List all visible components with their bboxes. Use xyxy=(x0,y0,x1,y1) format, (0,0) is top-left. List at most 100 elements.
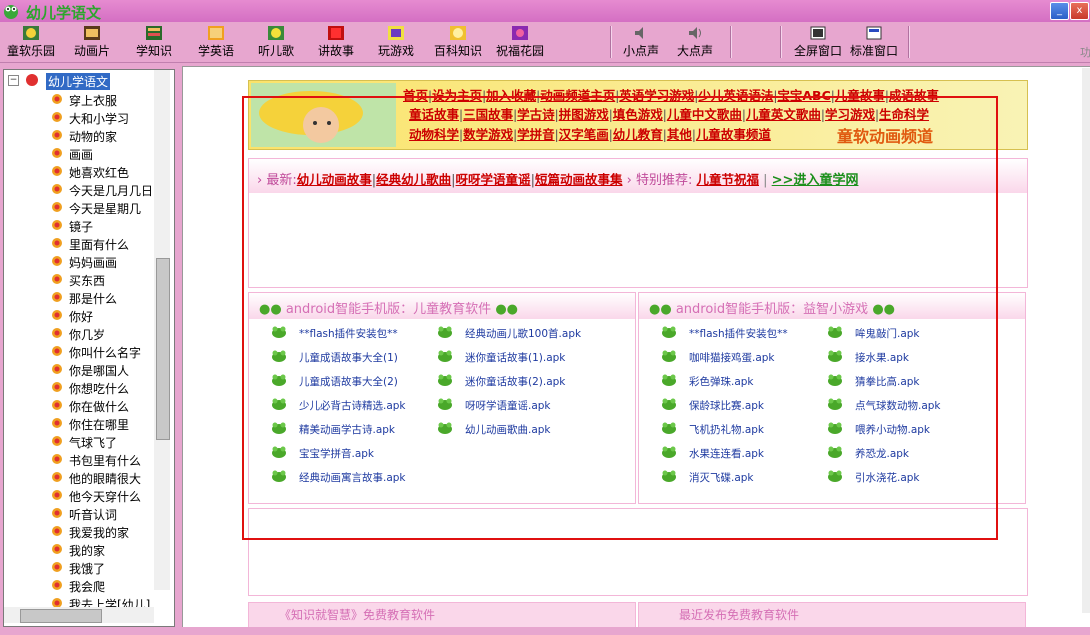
collapse-icon[interactable]: − xyxy=(8,75,19,86)
tree-item-label: 我的家 xyxy=(69,544,106,558)
toolbar-label: 玩游戏 xyxy=(377,44,414,58)
toolbar-button-english[interactable]: 学英语 xyxy=(192,24,240,60)
tree-item-label: 我饿了 xyxy=(69,562,106,576)
close-button[interactable]: x xyxy=(1070,2,1089,20)
apple-icon xyxy=(26,74,38,86)
tree-item-label: 里面有什么 xyxy=(69,238,130,252)
toolbar-button-kids-park[interactable]: 童软乐园 xyxy=(0,24,62,60)
tree-item-label: 你叫什么名字 xyxy=(69,346,142,360)
tree-item-label: 我会爬 xyxy=(69,580,106,594)
lesson-icon xyxy=(51,344,63,358)
close-icon: x xyxy=(1076,5,1083,16)
toolbar-label: 大点声 xyxy=(676,44,713,58)
toolbar-button-volume-down[interactable]: 小点声 xyxy=(618,24,664,60)
lesson-icon xyxy=(51,560,63,574)
tree-root-label: 幼儿学语文 xyxy=(46,73,111,90)
minimize-icon: _ xyxy=(1057,5,1062,16)
toolbar-label: 讲故事 xyxy=(317,44,354,58)
minimize-button[interactable]: _ xyxy=(1050,2,1069,20)
tree-item-label: 那是什么 xyxy=(69,292,118,306)
tree-item-label: 今天是几月几日 xyxy=(69,184,154,198)
lesson-icon xyxy=(51,362,63,376)
lesson-icon xyxy=(51,92,63,106)
lesson-icon xyxy=(51,488,63,502)
lesson-icon xyxy=(51,578,63,592)
tree-item-label: 他的眼睛很大 xyxy=(69,472,142,486)
toolbar: 童软乐园 动画片 学知识 学英语 听儿歌 讲故事 玩游戏 百科知识 祝福花园 小… xyxy=(0,22,1090,63)
tree-item-label: 你住在哪里 xyxy=(69,418,130,432)
toolbar-button-encyclopedia[interactable]: 百科知识 xyxy=(430,24,486,60)
face-icon xyxy=(450,26,466,40)
toolbar-label: 学知识 xyxy=(135,44,172,58)
lesson-icon xyxy=(51,308,63,322)
toolbar-button-volume-up[interactable]: 大点声 xyxy=(672,24,718,60)
story-icon xyxy=(328,26,344,40)
toolbar-button-standard-window[interactable]: 标准窗口 xyxy=(846,24,902,60)
fullscreen-icon xyxy=(810,26,826,40)
tree-item-label: 你是哪国人 xyxy=(69,364,130,378)
lesson-icon xyxy=(51,470,63,484)
pencil-icon xyxy=(388,26,404,40)
lesson-icon xyxy=(51,128,63,142)
lesson-icon xyxy=(51,272,63,286)
lesson-icon xyxy=(51,326,63,340)
lesson-icon xyxy=(51,182,63,196)
window-icon xyxy=(866,26,882,40)
smiley-icon xyxy=(23,26,39,40)
app-icon xyxy=(2,2,20,20)
lesson-icon xyxy=(51,200,63,214)
window-title: 幼儿学语文 xyxy=(26,4,102,22)
scroll-thumb[interactable] xyxy=(20,609,102,623)
tree-item-label: 动物的家 xyxy=(69,130,118,144)
toolbar-label: 听儿歌 xyxy=(257,44,294,58)
toolbar-label: 动画片 xyxy=(73,44,110,58)
lesson-icon xyxy=(51,398,63,412)
title-bar: 幼儿学语文 _ x xyxy=(0,0,1090,22)
toolbar-overflow-text: 功 xyxy=(1080,46,1090,59)
tree-item-label: 气球飞了 xyxy=(69,436,118,450)
bottom-right-title: 最近发布免费教育软件 xyxy=(679,608,800,622)
toolbar-button-games[interactable]: 玩游戏 xyxy=(372,24,420,60)
highlight-frame xyxy=(242,96,998,540)
toolbar-button-fullscreen[interactable]: 全屏窗口 xyxy=(790,24,846,60)
scroll-thumb[interactable] xyxy=(156,258,170,440)
tree-horizontal-scrollbar[interactable] xyxy=(4,607,154,623)
tree-item-label: 你好 xyxy=(69,310,94,324)
lesson-icon xyxy=(51,452,63,466)
lesson-icon xyxy=(51,110,63,124)
lesson-icon xyxy=(51,380,63,394)
lesson-tree: − 幼儿学语文 穿上衣服 大和小学习 动物的家 画画 她喜欢红色 今天是几月几日 今天是星期… xyxy=(3,69,175,627)
tree-item-label: 你在做什么 xyxy=(69,400,130,414)
abc-icon xyxy=(208,26,224,40)
lesson-icon xyxy=(51,524,63,538)
music-icon xyxy=(268,26,284,40)
tree-vertical-scrollbar[interactable] xyxy=(154,70,170,590)
status-bar xyxy=(0,627,1090,635)
tree-item-label: 你几岁 xyxy=(69,328,106,342)
bottom-left-box: 《知识就智慧》免费教育软件 xyxy=(248,602,636,628)
toolbar-label: 标准窗口 xyxy=(849,44,898,58)
tree-item-label: 今天是星期几 xyxy=(69,202,142,216)
tree-item-label: 书包里有什么 xyxy=(69,454,142,468)
toolbar-label: 祝福花园 xyxy=(495,44,544,58)
tree-item-label: 你想吃什么 xyxy=(69,382,130,396)
toolbar-separator xyxy=(908,26,910,58)
lesson-icon xyxy=(51,254,63,268)
toolbar-button-knowledge[interactable]: 学知识 xyxy=(130,24,178,60)
tree-item-label: 我爱我的家 xyxy=(69,526,130,540)
tree-item-label: 她喜欢红色 xyxy=(69,166,130,180)
lesson-icon xyxy=(51,146,63,160)
toolbar-separator xyxy=(730,26,732,58)
lesson-icon xyxy=(51,218,63,232)
toolbar-label: 小点声 xyxy=(622,44,659,58)
bottom-left-title: 《知识就智慧》免费教育软件 xyxy=(279,608,436,622)
lesson-icon xyxy=(51,506,63,520)
toolbar-button-stories[interactable]: 讲故事 xyxy=(312,24,360,60)
toolbar-button-cartoon[interactable]: 动画片 xyxy=(66,24,118,60)
toolbar-button-greetings[interactable]: 祝福花园 xyxy=(492,24,548,60)
book-icon xyxy=(146,26,162,40)
tree-item-label: 画画 xyxy=(69,148,94,162)
content-vertical-scrollbar[interactable] xyxy=(1082,68,1090,613)
lesson-icon xyxy=(51,434,63,448)
toolbar-button-songs[interactable]: 听儿歌 xyxy=(252,24,300,60)
